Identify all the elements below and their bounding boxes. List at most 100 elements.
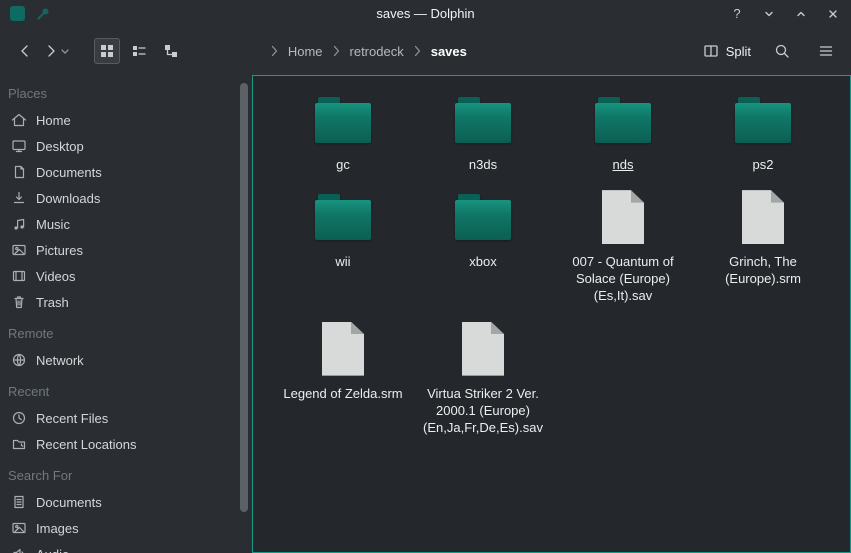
recent-files-icon: [11, 410, 27, 426]
breadcrumb-retrodeck[interactable]: retrodeck: [350, 44, 404, 59]
sidebar-item-label: Recent Files: [36, 411, 108, 426]
item-label: xbox: [469, 253, 496, 270]
sidebar-item-label: Videos: [36, 269, 76, 284]
pin-icon[interactable]: [35, 6, 51, 22]
sidebar-item-recent-locations[interactable]: Recent Locations: [0, 431, 252, 457]
forward-button[interactable]: [38, 38, 74, 64]
hamburger-menu-icon: [818, 43, 834, 59]
file-item-virtua-striker[interactable]: Virtua Striker 2 Ver. 2000.1 (Europe) (E…: [413, 321, 553, 436]
network-icon: [11, 352, 27, 368]
recent-locations-icon: [11, 436, 27, 452]
maximize-button[interactable]: [793, 6, 809, 22]
sidebar-item-label: Home: [36, 113, 71, 128]
section-recent: Recent Recent Files Recent Locations: [0, 379, 252, 457]
breadcrumb-chevron-icon: [413, 45, 422, 57]
folder-view[interactable]: gc n3ds nds ps2 wii xbox: [252, 75, 851, 553]
app-icon: [10, 6, 25, 21]
folder-item-ps2[interactable]: ps2: [693, 92, 833, 173]
sidebar-item-downloads[interactable]: Downloads: [0, 185, 252, 211]
sidebar-item-label: Desktop: [36, 139, 84, 154]
file-icon: [462, 322, 504, 376]
file-icon: [602, 190, 644, 244]
sidebar-item-label: Music: [36, 217, 70, 232]
icons-view-button[interactable]: [94, 38, 120, 64]
item-label: Legend of Zelda.srm: [283, 385, 402, 402]
sidebar-item-label: Pictures: [36, 243, 83, 258]
folder-icon: [595, 97, 651, 143]
scrollbar-thumb[interactable]: [240, 83, 248, 512]
chevron-up-icon: [795, 8, 807, 20]
split-button[interactable]: Split: [703, 43, 751, 59]
sidebar-scrollbar[interactable]: [240, 81, 248, 547]
arrow-forward-icon: [43, 43, 59, 59]
folder-item-n3ds[interactable]: n3ds: [413, 92, 553, 173]
file-item-grinch[interactable]: Grinch, The (Europe).srm: [693, 189, 833, 304]
sidebar-item-videos[interactable]: Videos: [0, 263, 252, 289]
desktop-icon: [11, 138, 27, 154]
documents-icon: [11, 164, 27, 180]
item-label: Virtua Striker 2 Ver. 2000.1 (Europe) (E…: [420, 385, 546, 436]
file-item-007-quantum-of-solace[interactable]: 007 - Quantum of Solace (Europe) (Es,It)…: [553, 189, 693, 304]
sidebar-item-label: Recent Locations: [36, 437, 136, 452]
search-images-icon: [11, 520, 27, 536]
sidebar-item-desktop[interactable]: Desktop: [0, 133, 252, 159]
search-audio-icon: [11, 546, 27, 553]
folder-item-gc[interactable]: gc: [273, 92, 413, 173]
file-icon: [742, 190, 784, 244]
search-button[interactable]: [769, 38, 795, 64]
section-title-remote: Remote: [0, 321, 252, 347]
sidebar-item-trash[interactable]: Trash: [0, 289, 252, 315]
back-button[interactable]: [12, 38, 38, 64]
pictures-icon: [11, 242, 27, 258]
folder-icon: [455, 97, 511, 143]
sidebar-item-label: Trash: [36, 295, 69, 310]
sidebar-item-network[interactable]: Network: [0, 347, 252, 373]
videos-icon: [11, 268, 27, 284]
breadcrumb: Home retrodeck saves: [270, 44, 467, 59]
item-label: Grinch, The (Europe).srm: [700, 253, 826, 287]
minimize-button[interactable]: [761, 6, 777, 22]
item-label: nds: [613, 156, 634, 173]
folder-item-nds[interactable]: nds: [553, 92, 693, 173]
breadcrumb-home[interactable]: Home: [288, 44, 323, 59]
history-dropdown-icon: [61, 49, 69, 54]
titlebar: saves — Dolphin ?: [0, 0, 851, 27]
file-item-legend-of-zelda[interactable]: Legend of Zelda.srm: [273, 321, 413, 436]
breadcrumb-chevron-icon: [270, 45, 279, 57]
sidebar-item-search-documents[interactable]: Documents: [0, 489, 252, 515]
close-button[interactable]: [825, 6, 841, 22]
sidebar-item-pictures[interactable]: Pictures: [0, 237, 252, 263]
folder-icon: [315, 194, 371, 240]
sidebar-item-label: Network: [36, 353, 84, 368]
sidebar-item-label: Audio: [36, 547, 69, 553]
folder-item-xbox[interactable]: xbox: [413, 189, 553, 304]
sidebar-item-search-audio[interactable]: Audio: [0, 541, 252, 553]
breadcrumb-saves[interactable]: saves: [431, 44, 467, 59]
folder-icon: [455, 194, 511, 240]
file-icon: [322, 322, 364, 376]
arrow-back-icon: [17, 43, 33, 59]
split-view-icon: [703, 43, 719, 59]
details-view-button[interactable]: [126, 38, 152, 64]
item-label: gc: [336, 156, 350, 173]
section-title-search-for: Search For: [0, 463, 252, 489]
folder-icon: [735, 97, 791, 143]
dolphin-window: { "titlebar": { "title": "saves — Dolphi…: [0, 0, 851, 553]
sidebar-item-search-images[interactable]: Images: [0, 515, 252, 541]
sidebar-item-music[interactable]: Music: [0, 211, 252, 237]
sidebar-item-recent-files[interactable]: Recent Files: [0, 405, 252, 431]
sidebar-item-label: Documents: [36, 165, 102, 180]
sidebar-item-label: Documents: [36, 495, 102, 510]
places-panel: Places Home Desktop Documents Downloads …: [0, 75, 252, 553]
trash-icon: [11, 294, 27, 310]
sidebar-item-documents[interactable]: Documents: [0, 159, 252, 185]
section-places: Places Home Desktop Documents Downloads …: [0, 81, 252, 315]
file-grid: gc n3ds nds ps2 wii xbox: [253, 76, 850, 436]
downloads-icon: [11, 190, 27, 206]
menu-button[interactable]: [813, 38, 839, 64]
tree-view-button[interactable]: [158, 38, 184, 64]
help-button[interactable]: ?: [729, 6, 745, 22]
folder-item-wii[interactable]: wii: [273, 189, 413, 304]
split-label: Split: [726, 44, 751, 59]
sidebar-item-home[interactable]: Home: [0, 107, 252, 133]
